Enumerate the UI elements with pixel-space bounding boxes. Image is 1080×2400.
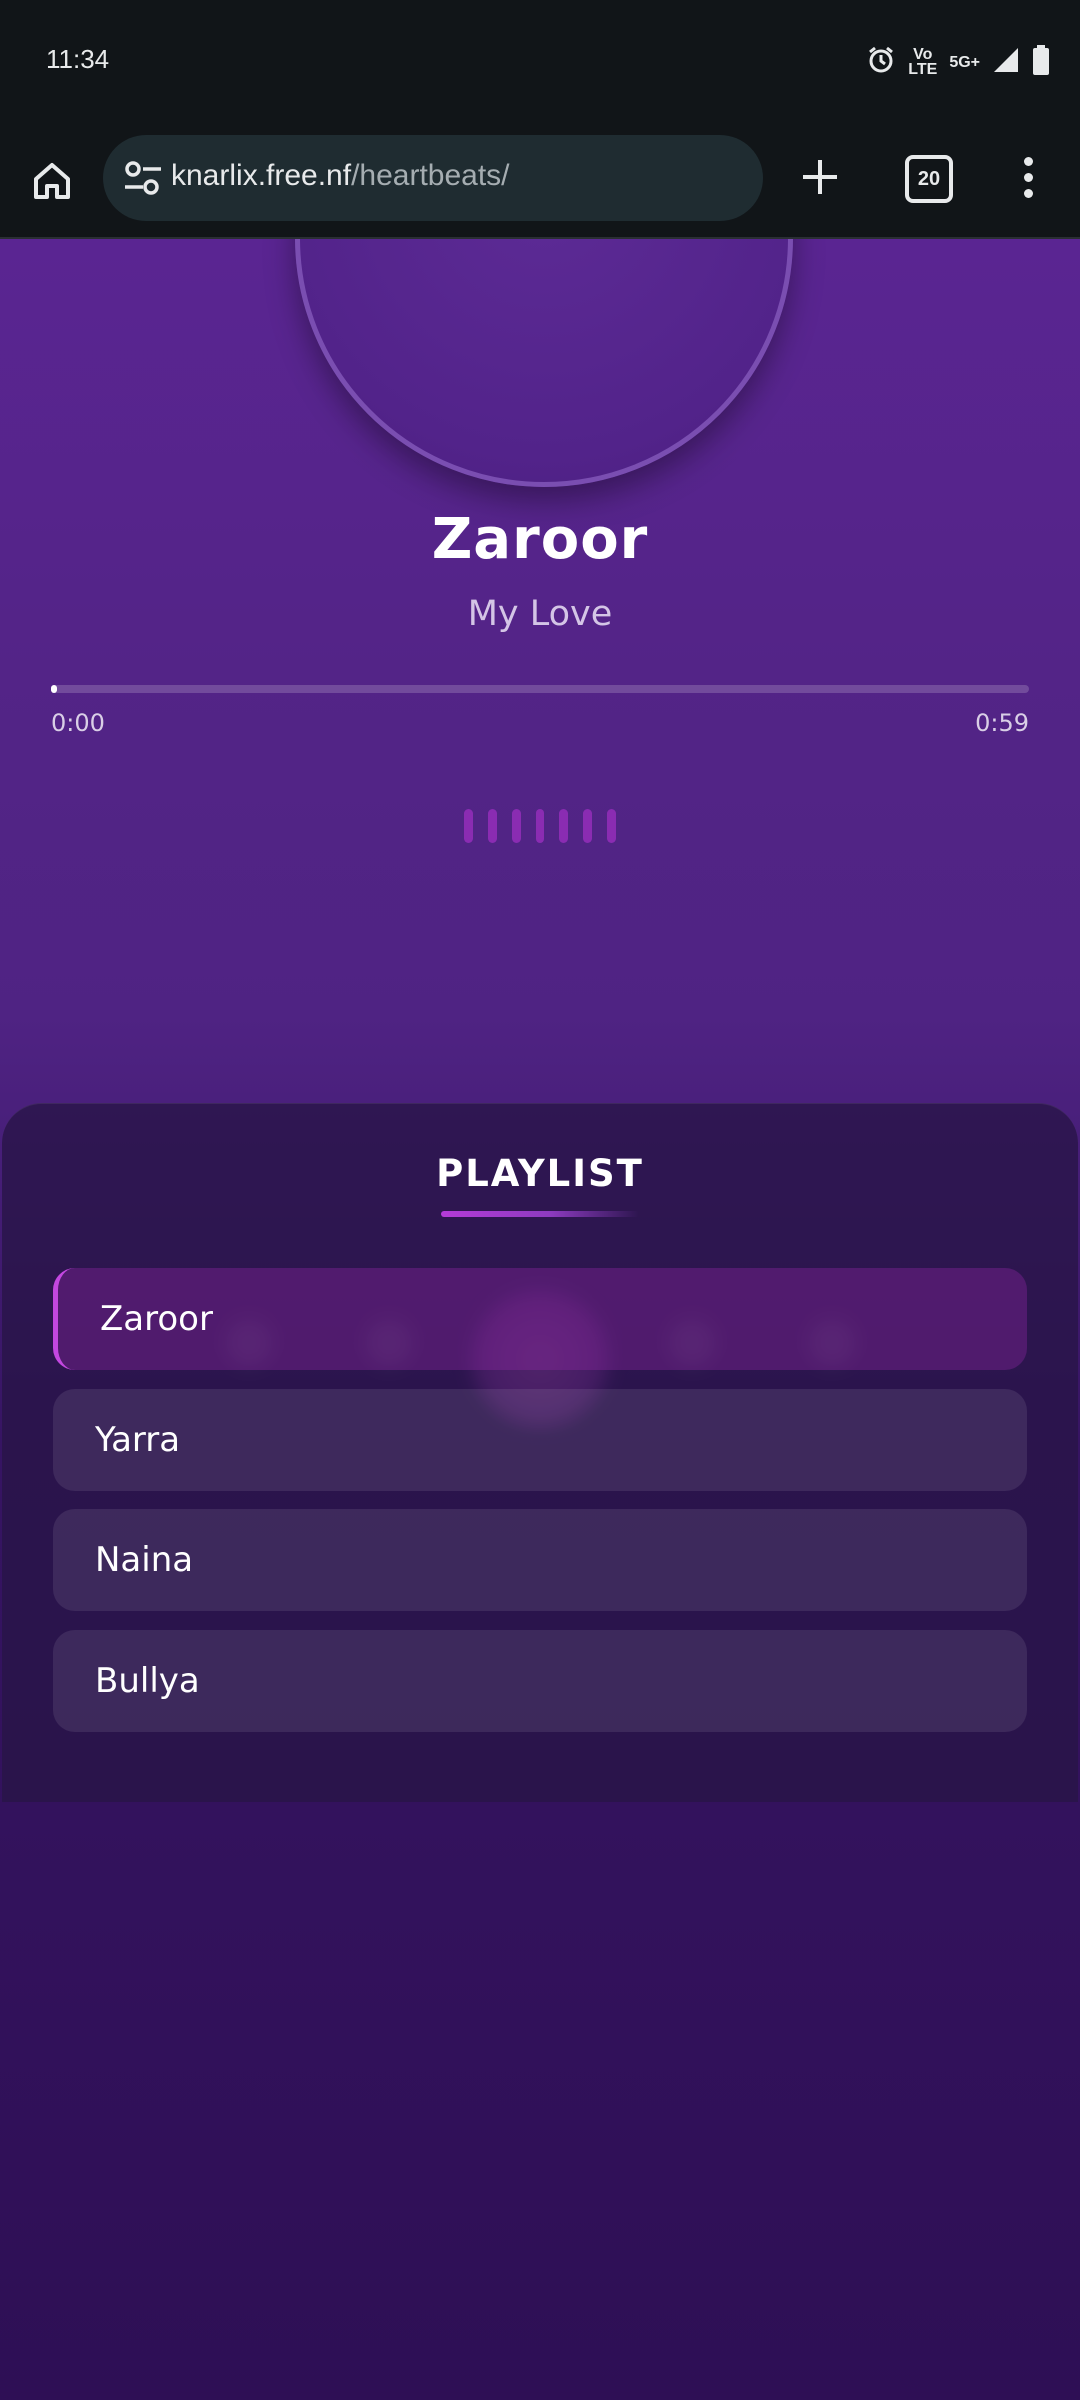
volte-icon: Vo LTE [908, 47, 938, 78]
progress-bar[interactable] [51, 685, 1029, 693]
url-text[interactable]: knarlix.free.nf/heartbeats/ [171, 159, 510, 193]
playlist-item[interactable]: Zaroor [53, 1268, 1027, 1370]
playlist-item-label: Bullya [95, 1661, 200, 1701]
signal-icon [992, 46, 1020, 78]
playlist-item-label: Zaroor [100, 1299, 213, 1339]
visualizer-bar [607, 809, 617, 843]
playlist-panel: PLAYLIST Zaroor Yarra Naina Bullya [2, 1103, 1078, 1802]
playlist-heading: PLAYLIST [436, 1152, 644, 1195]
url-domain: knarlix.free.nf [171, 159, 352, 192]
visualizer-bar [464, 809, 473, 843]
menu-dot-icon [1023, 188, 1033, 198]
total-time: 0:59 [975, 709, 1029, 737]
playlist-item[interactable]: Naina [53, 1509, 1027, 1611]
playlist-item-label: Yarra [95, 1420, 181, 1460]
progress-fill [51, 685, 57, 693]
current-time: 0:00 [51, 709, 105, 737]
album-art [295, 239, 793, 487]
visualizer-bar [535, 809, 545, 843]
browser-toolbar: knarlix.free.nf/heartbeats/ 20 [0, 125, 1080, 239]
network-type: 5G+ [949, 53, 980, 71]
new-tab-button[interactable] [792, 149, 848, 205]
visualizer-bar [583, 809, 593, 843]
tab-switcher-button[interactable]: 20 [905, 155, 953, 203]
volte-bottom-text: LTE [908, 61, 938, 78]
home-button[interactable] [24, 153, 80, 209]
status-icons: Vo LTE 5G+ [866, 42, 1050, 82]
status-time: 11:34 [46, 44, 110, 74]
plus-icon [803, 160, 837, 194]
audio-visualizer [464, 809, 617, 843]
visualizer-bar [559, 809, 569, 843]
song-artist: My Love [467, 594, 613, 634]
playlist-item-label: Naina [95, 1540, 194, 1580]
battery-icon [1032, 45, 1050, 79]
address-bar[interactable]: knarlix.free.nf/heartbeats/ [103, 135, 763, 221]
playlist-item[interactable]: Yarra [53, 1389, 1027, 1491]
menu-dot-icon [1023, 156, 1033, 166]
heading-underline [441, 1211, 639, 1217]
visualizer-bar [487, 809, 497, 843]
url-path: /heartbeats/ [351, 159, 510, 192]
alarm-icon [866, 45, 896, 79]
more-menu-button[interactable] [1004, 149, 1052, 205]
home-icon [34, 163, 70, 199]
song-title: Zaroor [431, 507, 649, 572]
menu-dot-icon [1023, 172, 1033, 182]
site-settings-icon[interactable] [123, 159, 163, 197]
status-bar: 11:34 Vo LTE 5G+ [0, 0, 1080, 125]
visualizer-bar [511, 809, 521, 843]
playlist-item[interactable]: Bullya [53, 1630, 1027, 1732]
